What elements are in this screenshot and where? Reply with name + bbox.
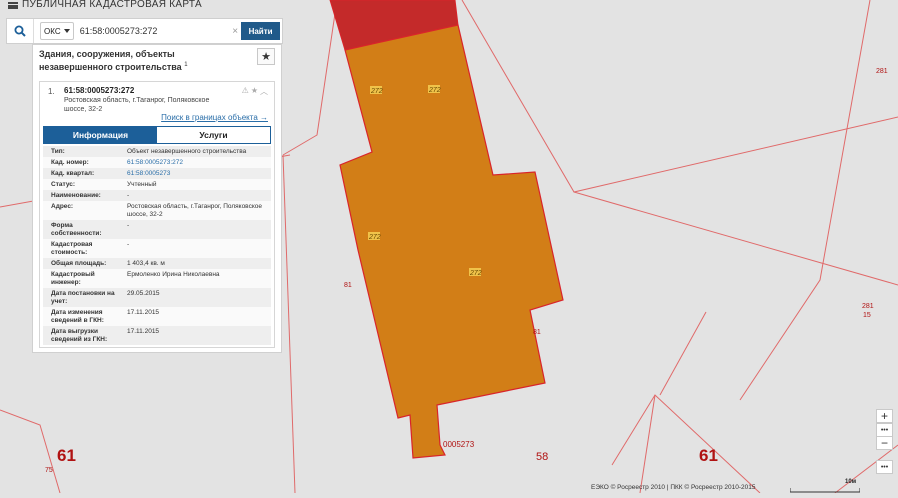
card-actions: ⚠ ★ ︿ xyxy=(242,86,268,97)
scale-bar: 10м xyxy=(789,479,861,493)
find-button[interactable]: Найти xyxy=(241,22,280,40)
attribute-value: Ростовская область, г.Таганрог, Поляковс… xyxy=(127,202,262,218)
attribute-value: 61:58:0005273:272 xyxy=(124,157,271,168)
tab-info[interactable]: Информация xyxy=(44,127,157,143)
attribute-key: Дата изменения сведений в ГКН: xyxy=(51,308,104,324)
tools-button[interactable]: ••• xyxy=(876,460,893,474)
panel-heading: Здания, сооружения, объекты незавершенно… xyxy=(39,49,249,73)
attribute-value: 17.11.2015 xyxy=(127,308,160,316)
app-title: ПУБЛИЧНАЯ КАДАСТРОВАЯ КАРТА xyxy=(22,0,202,10)
attribute-row: Статус: Учтенный xyxy=(43,179,271,190)
attribute-value: Учтенный xyxy=(127,180,157,188)
attribute-key: Адрес: xyxy=(51,202,74,210)
attribute-value: - xyxy=(127,221,130,229)
attribute-key: Кад. квартал: xyxy=(51,169,95,177)
attribute-value: Объект незавершенного строительства xyxy=(127,147,247,155)
attribute-row: Кадастровая стоимость: - xyxy=(43,239,271,258)
star-icon[interactable]: ★ xyxy=(251,86,258,97)
building-tag: 272 xyxy=(370,88,383,95)
attribute-value: 29.05.2015 xyxy=(127,289,160,297)
attribute-row: Дата выгрузки сведений из ГКН: 17.11.2015 xyxy=(43,326,271,345)
chevron-up-icon[interactable]: ︿ xyxy=(260,86,268,97)
result-count: 1 xyxy=(184,62,188,68)
attribute-link[interactable]: 61:58:0005273 xyxy=(127,170,170,177)
attribute-link[interactable]: 61:58:0005273:272 xyxy=(127,159,183,166)
attribute-key: Наименование: xyxy=(51,191,101,199)
building-tag: 272 xyxy=(428,87,441,94)
search-in-bounds-link[interactable]: Поиск в границах объекта → xyxy=(161,113,268,122)
search-bar: ОКС × Найти xyxy=(6,18,283,44)
attribute-key: Статус: xyxy=(51,180,76,188)
search-type-value: ОКС xyxy=(44,26,61,36)
attribute-row: Дата изменения сведений в ГКН: 17.11.2015 xyxy=(43,307,271,326)
scale-label: 10м xyxy=(845,479,857,485)
attribute-key: Кадастровый инженер: xyxy=(51,270,95,286)
result-card: 1. 61:58:0005273:272 Ростовская область,… xyxy=(39,81,275,348)
attribute-row: Общая площадь: 1 403,4 кв. м xyxy=(43,258,271,269)
close-icon[interactable]: × xyxy=(229,26,241,37)
warning-icon[interactable]: ⚠ xyxy=(242,86,249,97)
attribute-key: Общая площадь: xyxy=(51,259,107,267)
parcel-label: 281 xyxy=(862,303,874,310)
attribute-key: Тип: xyxy=(51,147,65,155)
attributes-table: Тип: Объект незавершенного строительства К… xyxy=(43,146,271,345)
attribute-value: 1 403,4 кв. м xyxy=(127,259,165,267)
building-tag: 272 xyxy=(469,270,482,277)
app-header: ПУБЛИЧНАЯ КАДАСТРОВАЯ КАРТА xyxy=(0,0,202,10)
search-input[interactable] xyxy=(79,23,230,39)
search-icon[interactable] xyxy=(7,19,34,43)
attribute-value: 17.11.2015 xyxy=(127,327,160,335)
panel-heading-text: Здания, сооружения, объекты незавершенно… xyxy=(39,49,182,72)
quarter-label: 58 xyxy=(536,451,548,463)
parcel-label: 281 xyxy=(876,68,888,75)
parcel-label: 81 xyxy=(344,282,352,289)
result-cadnum[interactable]: 61:58:0005273:272 xyxy=(64,86,134,95)
zoom-in-button[interactable]: + xyxy=(876,409,893,423)
result-address: Ростовская область, г.Таганрог, Поляковс… xyxy=(64,97,210,113)
attribute-key: Дата постановки на учет: xyxy=(51,289,115,305)
menu-icon[interactable] xyxy=(8,1,18,9)
district-label: 61 xyxy=(57,446,76,465)
tab-bar: Информация Услуги xyxy=(43,126,271,144)
parcel-label: 75 xyxy=(45,467,53,474)
attribute-row: Форма собственности: - xyxy=(43,220,271,239)
attribute-row: Дата постановки на учет: 29.05.2015 xyxy=(43,288,271,307)
attribute-row: Кадастровый инженер: Ермоленко Ирина Нико… xyxy=(43,269,271,288)
tab-services[interactable]: Услуги xyxy=(157,127,270,143)
attribute-key: Кад. номер: xyxy=(51,158,89,166)
attribute-row: Наименование: - xyxy=(43,190,271,201)
result-number: 1. xyxy=(48,87,55,96)
attribute-key: Дата выгрузки сведений из ГКН: xyxy=(51,327,108,343)
attribute-value: Ермоленко Ирина Николаевна xyxy=(127,270,220,278)
zoom-out-button[interactable]: − xyxy=(876,436,893,450)
attribution: ЕЭКО © Росреестр 2010 | ПКК © Росреестр … xyxy=(591,484,756,491)
attribute-row: Кад. номер: 61:58:0005273:272 xyxy=(43,157,271,168)
quarter-code-label: 0005273 xyxy=(443,440,475,449)
attribute-value: 61:58:0005273 xyxy=(124,168,271,179)
parcel-label: 81 xyxy=(533,329,541,336)
more-button[interactable]: ••• xyxy=(876,423,893,437)
attribute-key: Форма собственности: xyxy=(51,221,102,237)
attribute-value: - xyxy=(127,191,130,199)
attribute-value: - xyxy=(127,240,130,248)
attribute-row: Адрес: Ростовская область, г.Таганрог, По… xyxy=(43,201,271,220)
favorite-button[interactable]: ★ xyxy=(257,48,275,65)
district-label: 61 xyxy=(699,446,718,465)
attribute-row: Тип: Объект незавершенного строительства xyxy=(43,146,271,157)
attribute-row: Кад. квартал: 61:58:0005273 xyxy=(43,168,271,179)
parcel-label: 15 xyxy=(863,312,871,319)
chevron-down-icon xyxy=(63,29,70,33)
building-tag: 272 xyxy=(368,234,381,241)
results-panel: Здания, сооружения, объекты незавершенно… xyxy=(32,44,282,353)
search-type-select[interactable]: ОКС xyxy=(39,22,74,40)
attribute-key: Кадастровая стоимость: xyxy=(51,240,93,256)
star-icon: ★ xyxy=(261,51,271,63)
